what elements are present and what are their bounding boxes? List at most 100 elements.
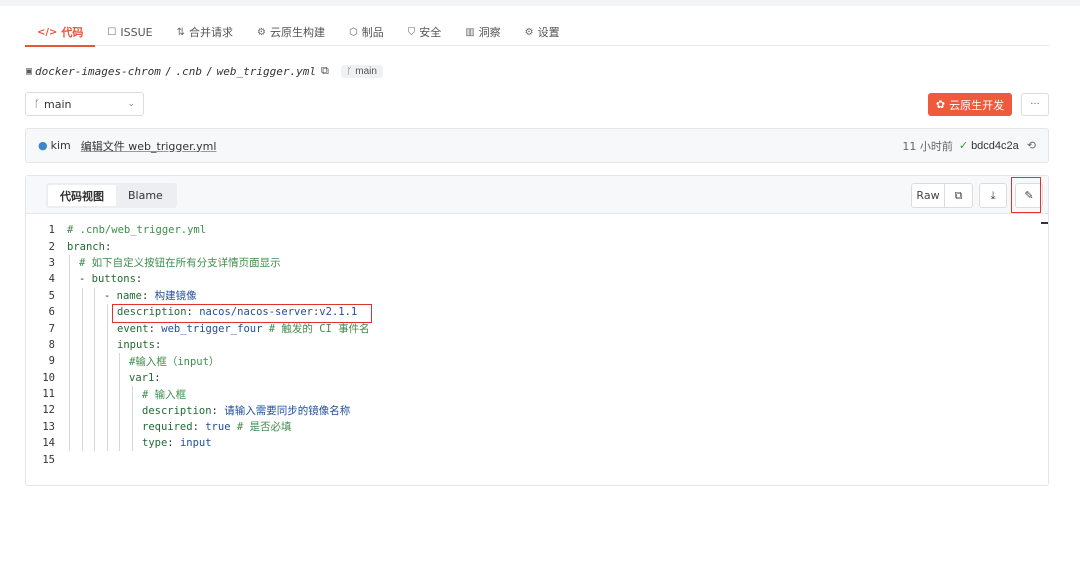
tab-code[interactable]: </> 代码 — [25, 18, 96, 47]
branch-select[interactable]: ᚴ main ⌄ — [25, 92, 144, 116]
dash: - — [79, 273, 92, 286]
indent-guide — [82, 402, 83, 419]
indent-guide — [82, 287, 83, 304]
tab-label: 云原生构建 — [269, 26, 325, 39]
indent-guide — [69, 402, 70, 419]
cloud-dev-button[interactable]: ✿ 云原生开发 — [928, 93, 1012, 116]
line-number[interactable]: 12 — [26, 404, 55, 416]
code-line: 1 # .cnb/web_trigger.yml — [26, 222, 1048, 238]
code-text: #输入框（input） — [129, 355, 220, 368]
tab-issue[interactable]: ☐ ISSUE — [95, 18, 164, 46]
commit-time: 11 小时前 — [902, 139, 953, 153]
breadcrumb-dir[interactable]: .cnb — [176, 65, 203, 78]
tab-label: 洞察 — [478, 26, 501, 39]
line-number[interactable]: 5 — [26, 290, 55, 302]
line-number[interactable]: 10 — [26, 372, 55, 384]
raw-button[interactable]: Raw — [911, 183, 945, 208]
commit-hash[interactable]: bdcd4c2a — [971, 140, 1019, 152]
indent-guide — [119, 418, 120, 436]
commit-message[interactable]: 编辑文件 web_trigger.yml — [81, 138, 217, 154]
shield-icon: ⛉ — [407, 26, 416, 38]
line-number[interactable]: 14 — [26, 437, 55, 449]
commit-author[interactable]: kim — [51, 139, 71, 152]
download-icon[interactable]: ⤓ — [979, 183, 1007, 208]
line-number[interactable]: 13 — [26, 421, 55, 433]
indent-guide — [82, 336, 83, 354]
indent-guide — [82, 353, 83, 370]
indent-guide — [94, 353, 95, 370]
chevron-down-icon: ⌄ — [127, 99, 135, 109]
yaml-key: type — [142, 437, 168, 450]
indent-guide — [82, 303, 83, 321]
line-number[interactable]: 15 — [26, 454, 55, 466]
indent-guide — [69, 336, 70, 354]
tab-security[interactable]: ⛉ 安全 — [396, 18, 454, 46]
indent-guide — [94, 418, 95, 436]
indent-guide — [119, 353, 120, 370]
gear-icon: ⚙ — [524, 26, 534, 38]
indent-guide — [82, 369, 83, 386]
avatar: ● — [38, 139, 48, 152]
branch-icon: ᚴ — [346, 66, 353, 76]
branch-icon: ᚴ — [34, 98, 40, 110]
indent-guide — [82, 320, 83, 337]
code-line: 15 — [26, 451, 1048, 467]
indent-guide — [94, 287, 95, 304]
code-panel-header: 代码视图 Blame Raw ⧉ ⤓ ✎ — [26, 176, 1048, 214]
tab-artifacts[interactable]: ⬡ 制品 — [337, 18, 396, 46]
scrollbar-thumb[interactable] — [1041, 222, 1048, 224]
line-number[interactable]: 9 — [26, 355, 55, 367]
code-text: var1: — [129, 372, 161, 384]
indent-guide — [107, 435, 108, 452]
indent-guide — [107, 320, 108, 337]
indent-guide — [82, 418, 83, 436]
code-view: 1 # .cnb/web_trigger.yml 2 branch: 3 # 如下自定… — [26, 222, 1048, 468]
copy-path-icon[interactable]: ⧉ — [321, 64, 329, 78]
code-line: 14 type: input — [26, 435, 1048, 452]
line-number[interactable]: 4 — [26, 273, 55, 285]
breadcrumb-file: web_trigger.yml — [216, 64, 316, 78]
yaml-value: web_trigger_four — [161, 323, 263, 336]
indent-guide — [119, 385, 120, 403]
history-icon[interactable]: ⟲ — [1027, 139, 1036, 152]
tab-cloud-build[interactable]: ⚙ 云原生构建 — [245, 18, 337, 46]
branch-tag: ᚴ main — [340, 64, 383, 78]
line-number[interactable]: 6 — [26, 306, 55, 318]
code-text: branch: — [67, 241, 111, 253]
line-number[interactable]: 2 — [26, 241, 55, 253]
indent-guide — [94, 435, 95, 452]
indent-guide — [82, 435, 83, 452]
yaml-value: true — [205, 421, 231, 434]
cloud-dev-icon: ✿ — [935, 98, 946, 111]
check-icon: ✓ — [958, 139, 969, 152]
code-line: 2 branch: — [26, 238, 1048, 254]
build-icon: ⚙ — [257, 26, 266, 38]
copy-icon[interactable]: ⧉ — [945, 183, 973, 208]
tab-merge-requests[interactable]: ⇅ 合并请求 — [165, 18, 245, 46]
indent-guide — [94, 336, 95, 354]
code-text: event: web_trigger_four # 触发的 CI 事件名 — [117, 321, 370, 336]
indent-guide — [119, 435, 120, 452]
yaml-key: required — [142, 421, 193, 434]
breadcrumb-repo[interactable]: docker-images-chrom — [35, 65, 161, 78]
line-number[interactable]: 11 — [26, 388, 55, 400]
cloud-dev-label: 云原生开发 — [949, 98, 1005, 112]
indent-guide — [69, 385, 70, 403]
tab-code-view[interactable]: 代码视图 — [48, 185, 116, 206]
line-number[interactable]: 3 — [26, 257, 55, 269]
indent-guide — [107, 385, 108, 403]
yaml-value: 构建镜像 — [154, 290, 197, 303]
yaml-comment: # 是否必填 — [236, 421, 292, 434]
code-line: 3 # 如下自定义按钮在所有分支详情页面显示 — [26, 254, 1048, 272]
code-text: type: input — [142, 437, 212, 449]
more-button[interactable]: ··· — [1021, 93, 1049, 116]
tab-insights[interactable]: ▥ 洞察 — [453, 18, 512, 46]
indent-guide — [69, 287, 70, 304]
line-number[interactable]: 7 — [26, 323, 55, 335]
tab-blame[interactable]: Blame — [116, 185, 175, 206]
indent-guide — [94, 320, 95, 337]
line-number[interactable]: 1 — [26, 224, 55, 236]
tab-settings[interactable]: ⚙ 设置 — [513, 18, 572, 46]
line-number[interactable]: 8 — [26, 339, 55, 351]
code-panel: 代码视图 Blame Raw ⧉ ⤓ ✎ 1 # .cnb/web_trigger… — [25, 175, 1049, 486]
